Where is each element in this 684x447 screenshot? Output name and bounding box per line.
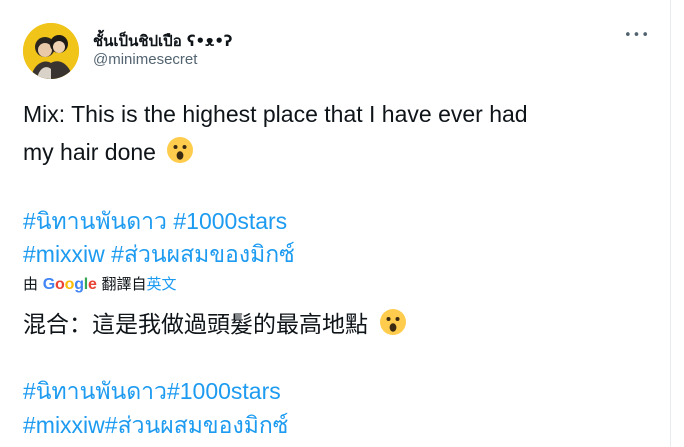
tweet-text-line-2: my hair done bbox=[23, 136, 194, 170]
hashtag-link[interactable]: #mixxiw bbox=[23, 241, 105, 267]
hashtag-link[interactable]: #นิทานพันดาว bbox=[23, 208, 167, 234]
surprised-face-icon bbox=[166, 136, 194, 170]
translated-text: 混合：這是我做過頭髮的最高地點 bbox=[23, 312, 368, 338]
google-logo[interactable]: Google bbox=[43, 276, 97, 293]
avatar[interactable] bbox=[23, 23, 79, 79]
translated-hashtag-row-1: #นิทานพันดาว#1000stars bbox=[23, 374, 281, 410]
hashtag-row-2: #mixxiw #ส่วนผสมของมิกซ์ bbox=[23, 237, 295, 273]
source-language-link[interactable]: 英文 bbox=[147, 275, 177, 293]
hashtag-link[interactable]: #ส่วนผสมของมิกซ์ bbox=[111, 241, 295, 267]
avatar-image bbox=[23, 23, 79, 79]
tweet-text: Mix: This is the highest place that I ha… bbox=[23, 101, 528, 127]
hashtag-link[interactable]: #1000stars bbox=[173, 208, 287, 234]
translated-text-line: 混合：這是我做過頭髮的最高地點 bbox=[23, 305, 407, 342]
tweet-text: my hair done bbox=[23, 139, 156, 165]
surprised-face-icon bbox=[379, 308, 407, 342]
author-display-name[interactable]: ชั้นเป็นชิปเปือ ʕ•ᴥ•ʔ bbox=[93, 29, 233, 53]
translation-prefix: 由 bbox=[23, 275, 39, 293]
hashtag-row-1: #นิทานพันดาว #1000stars bbox=[23, 204, 287, 240]
tweet-text-line-1: Mix: This is the highest place that I ha… bbox=[23, 101, 528, 128]
more-options-icon[interactable]: ••• bbox=[624, 28, 650, 43]
author-handle[interactable]: @minimesecret bbox=[93, 51, 197, 68]
translation-label: 翻譯自 bbox=[101, 275, 147, 293]
translated-hashtag-row-2: #mixxiw#ส่วนผสมของมิกซ์ bbox=[23, 408, 288, 444]
tweet-card: ชั้นเป็นชิปเปือ ʕ•ᴥ•ʔ @minimesecret ••• … bbox=[0, 0, 671, 447]
translated-hashtag-link[interactable]: #นิทานพันดาว#1000stars bbox=[23, 378, 281, 404]
translation-attribution: 由 Google 翻譯自英文 bbox=[23, 273, 177, 294]
translated-hashtag-link[interactable]: #mixxiw#ส่วนผสมของมิกซ์ bbox=[23, 412, 288, 438]
